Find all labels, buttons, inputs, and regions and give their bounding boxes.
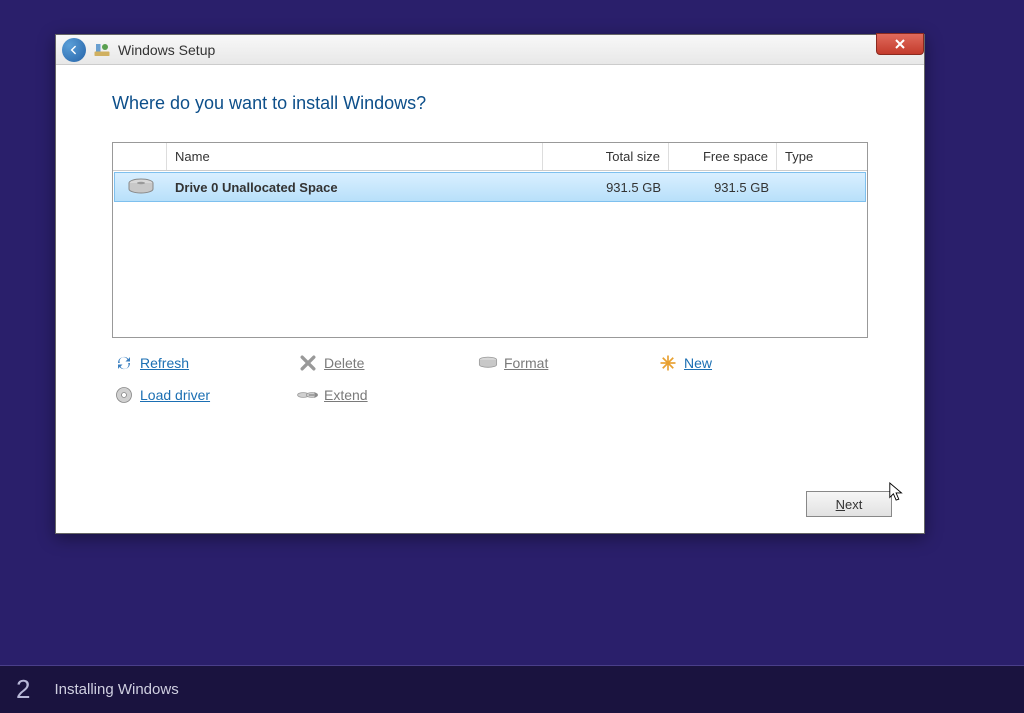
drive-table: Name Total size Free space Type Drive 0 …: [112, 142, 868, 338]
format-icon: [476, 352, 500, 374]
delete-label: Delete: [324, 355, 364, 371]
close-icon: [894, 38, 906, 50]
new-icon: [656, 352, 680, 374]
refresh-action[interactable]: Refresh: [112, 352, 296, 374]
header-type[interactable]: Type: [777, 143, 867, 170]
format-label: Format: [504, 355, 548, 371]
extend-action[interactable]: Extend: [296, 384, 476, 406]
disk-icon: [127, 178, 155, 196]
header-icon-col: [113, 143, 167, 170]
new-label: New: [684, 355, 712, 371]
step-number: 2: [16, 674, 30, 705]
drive-actions: Refresh Delete Format New: [112, 352, 868, 406]
dialog-content: Where do you want to install Windows? Na…: [56, 65, 924, 426]
setup-dialog: Windows Setup Where do you want to insta…: [55, 34, 925, 534]
close-button[interactable]: [876, 33, 924, 55]
refresh-icon: [112, 352, 136, 374]
new-action[interactable]: New: [656, 352, 806, 374]
drive-total-size: 931.5 GB: [543, 180, 669, 195]
next-label: ext: [845, 497, 862, 512]
extend-label: Extend: [324, 387, 368, 403]
title-bar: Windows Setup: [56, 35, 924, 65]
setup-icon: [92, 40, 112, 60]
format-action[interactable]: Format: [476, 352, 656, 374]
taskbar: 2 Installing Windows: [0, 665, 1024, 713]
load-driver-label: Load driver: [140, 387, 210, 403]
drive-row[interactable]: Drive 0 Unallocated Space 931.5 GB 931.5…: [114, 172, 866, 202]
load-driver-action[interactable]: Load driver: [112, 384, 296, 406]
arrow-left-icon: [67, 43, 81, 57]
drive-name: Drive 0 Unallocated Space: [167, 180, 543, 195]
header-free-space[interactable]: Free space: [669, 143, 777, 170]
header-name[interactable]: Name: [167, 143, 543, 170]
next-button[interactable]: Next: [806, 491, 892, 517]
refresh-label: Refresh: [140, 355, 189, 371]
delete-icon: [296, 352, 320, 374]
delete-action[interactable]: Delete: [296, 352, 476, 374]
page-heading: Where do you want to install Windows?: [112, 93, 868, 114]
drive-free-space: 931.5 GB: [669, 180, 777, 195]
window-title: Windows Setup: [118, 42, 215, 58]
header-total-size[interactable]: Total size: [543, 143, 669, 170]
back-button[interactable]: [62, 38, 86, 62]
taskbar-label: Installing Windows: [54, 681, 178, 698]
load-driver-icon: [112, 384, 136, 406]
extend-icon: [296, 384, 320, 406]
table-header-row: Name Total size Free space Type: [113, 143, 867, 171]
